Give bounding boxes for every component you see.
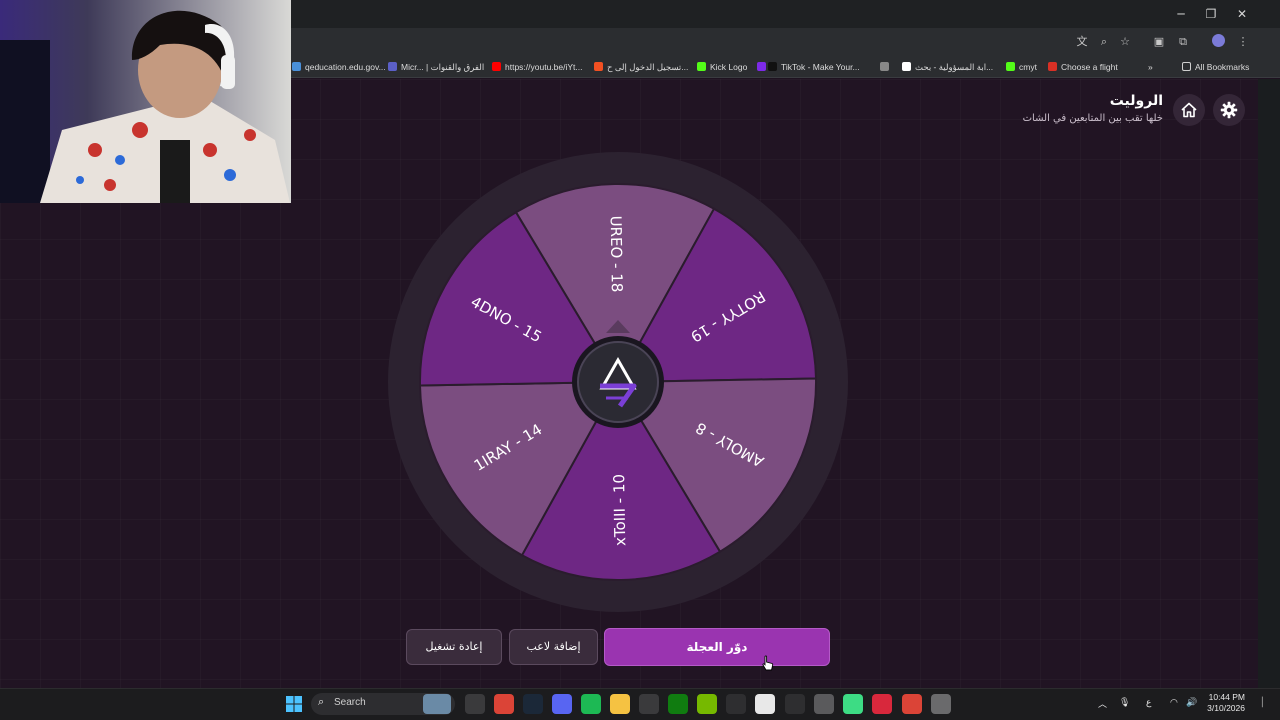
kick-icon (697, 62, 706, 71)
kick-icon (1006, 62, 1015, 71)
media-player-icon[interactable] (726, 694, 746, 714)
menu-icon[interactable]: ⋮ (1234, 33, 1252, 51)
webcam-overlay (0, 0, 291, 203)
bookmark-item[interactable]: تسجيل الدخول إلى ح... (594, 60, 688, 74)
restore-icon[interactable]: ❐ (1202, 5, 1220, 23)
spotify-icon[interactable] (581, 694, 601, 714)
settings-button[interactable] (1213, 94, 1245, 126)
youtube-icon (492, 62, 501, 71)
discord-icon[interactable] (552, 694, 572, 714)
flight-icon (1048, 62, 1057, 71)
chrome-icon[interactable] (494, 694, 514, 714)
bookmark-label: Choose a flight (1061, 62, 1118, 72)
profile-icon[interactable] (1209, 33, 1227, 51)
bookmark-label: TikTok - Make Your... (781, 62, 860, 72)
teams-icon (388, 62, 397, 71)
star-icon[interactable]: ☆ (1116, 33, 1134, 51)
taskbar-search-label: Search (334, 697, 366, 708)
bookmark-item[interactable] (880, 60, 893, 74)
wheel-hub[interactable] (577, 341, 659, 423)
steam-icon[interactable] (523, 694, 543, 714)
wheel-segment-label: xToIII - 10 (610, 474, 629, 546)
folder-icon (1182, 62, 1191, 71)
scrollbar[interactable] (1258, 79, 1280, 688)
page-subtitle: خلها تقب بين المتابعين في الشات (1022, 113, 1163, 124)
volume-icon[interactable]: 🔊 (1186, 697, 1197, 708)
globe-icon (292, 62, 301, 71)
bookmark-label: تسجيل الدخول إلى ح... (607, 62, 689, 72)
weather-widget-icon[interactable] (423, 694, 451, 714)
wps-icon[interactable] (872, 694, 892, 714)
android-icon[interactable] (843, 694, 863, 714)
camera-icon[interactable] (465, 694, 485, 714)
tray-chevron-icon[interactable]: ︿ (1098, 697, 1107, 710)
minimize-icon[interactable]: ─ (1172, 5, 1190, 23)
document-icon[interactable] (755, 694, 775, 714)
spin-wheel-button[interactable]: دوّر العجلة (604, 628, 830, 666)
tiktok-icon (768, 62, 777, 71)
home-icon (1181, 102, 1197, 118)
google-icon (902, 62, 911, 71)
bookmark-item[interactable]: TikTok - Make Your... (768, 60, 860, 74)
bookmark-item[interactable]: cmyt (1006, 60, 1037, 74)
bookmark-label: ابة المسؤولية - بحث... (915, 62, 994, 72)
bookmarks-overflow-icon[interactable]: » (1148, 60, 1153, 74)
all-bookmarks[interactable]: All Bookmarks (1182, 60, 1249, 74)
bookmark-item[interactable]: https://youtu.be/iYt... (492, 60, 583, 74)
bookmark-item[interactable]: ابة المسؤولية - بحث... (902, 60, 993, 74)
bookmark-item[interactable]: qeducation.edu.gov... (292, 60, 386, 74)
translate-icon[interactable]: 文 (1073, 33, 1091, 51)
store-icon[interactable] (639, 694, 659, 714)
show-desktop-icon[interactable]: ▏ (1262, 697, 1269, 708)
home-button[interactable] (1173, 94, 1205, 126)
language-indicator[interactable]: ع (1146, 697, 1151, 708)
bookmark-label: Kick Logo (710, 62, 748, 72)
close-icon[interactable]: ✕ (1233, 5, 1251, 23)
capcut-icon[interactable] (785, 694, 805, 714)
page-title: الروليت (1109, 93, 1163, 109)
gear-icon (1220, 101, 1238, 119)
chrome-active-icon[interactable] (902, 694, 922, 714)
hand-cursor-icon (762, 655, 774, 671)
wifi-icon[interactable]: ◠ (1170, 697, 1178, 708)
restart-button[interactable]: إعادة تشغيل (406, 629, 502, 665)
microsoft-icon (594, 62, 603, 71)
settings-app-icon[interactable] (931, 694, 951, 714)
zoom-icon[interactable]: ⌕ (1095, 33, 1113, 51)
file-explorer-icon[interactable] (610, 694, 630, 714)
media-icon[interactable]: ▣ (1150, 33, 1168, 51)
bookmark-label: qeducation.edu.gov... (305, 62, 386, 72)
extensions-icon[interactable]: ⧉ (1174, 33, 1192, 51)
bookmark-item[interactable]: Choose a flight (1048, 60, 1118, 74)
search-icon: ⌕ (318, 696, 325, 708)
bookmark-label: Micr... | الفرق والقنوات (401, 62, 485, 72)
canva-icon (757, 62, 766, 71)
add-player-button[interactable]: إضافة لاعب (509, 629, 598, 665)
download-icon (880, 62, 889, 71)
trash-icon[interactable] (814, 694, 834, 714)
bookmark-label: https://youtu.be/iYt... (505, 62, 583, 72)
wheel-segment-label: UREO - 18 (607, 215, 626, 292)
nvidia-icon[interactable] (697, 694, 717, 714)
xbox-icon[interactable] (668, 694, 688, 714)
windows-start-icon[interactable] (284, 694, 304, 714)
microphone-icon[interactable]: 🎙 (1119, 697, 1130, 708)
bookmark-item[interactable]: Micr... | الفرق والقنوات (388, 60, 484, 74)
roulette-wheel[interactable]: UREO - 18ROTYY - 19AMOLY - 8xToIII - 101… (388, 152, 848, 612)
bookmark-label: cmyt (1019, 62, 1037, 72)
bookmark-item[interactable]: Kick Logo (697, 60, 747, 74)
clock[interactable]: 10:44 PM 3/10/2026 (1207, 692, 1245, 714)
